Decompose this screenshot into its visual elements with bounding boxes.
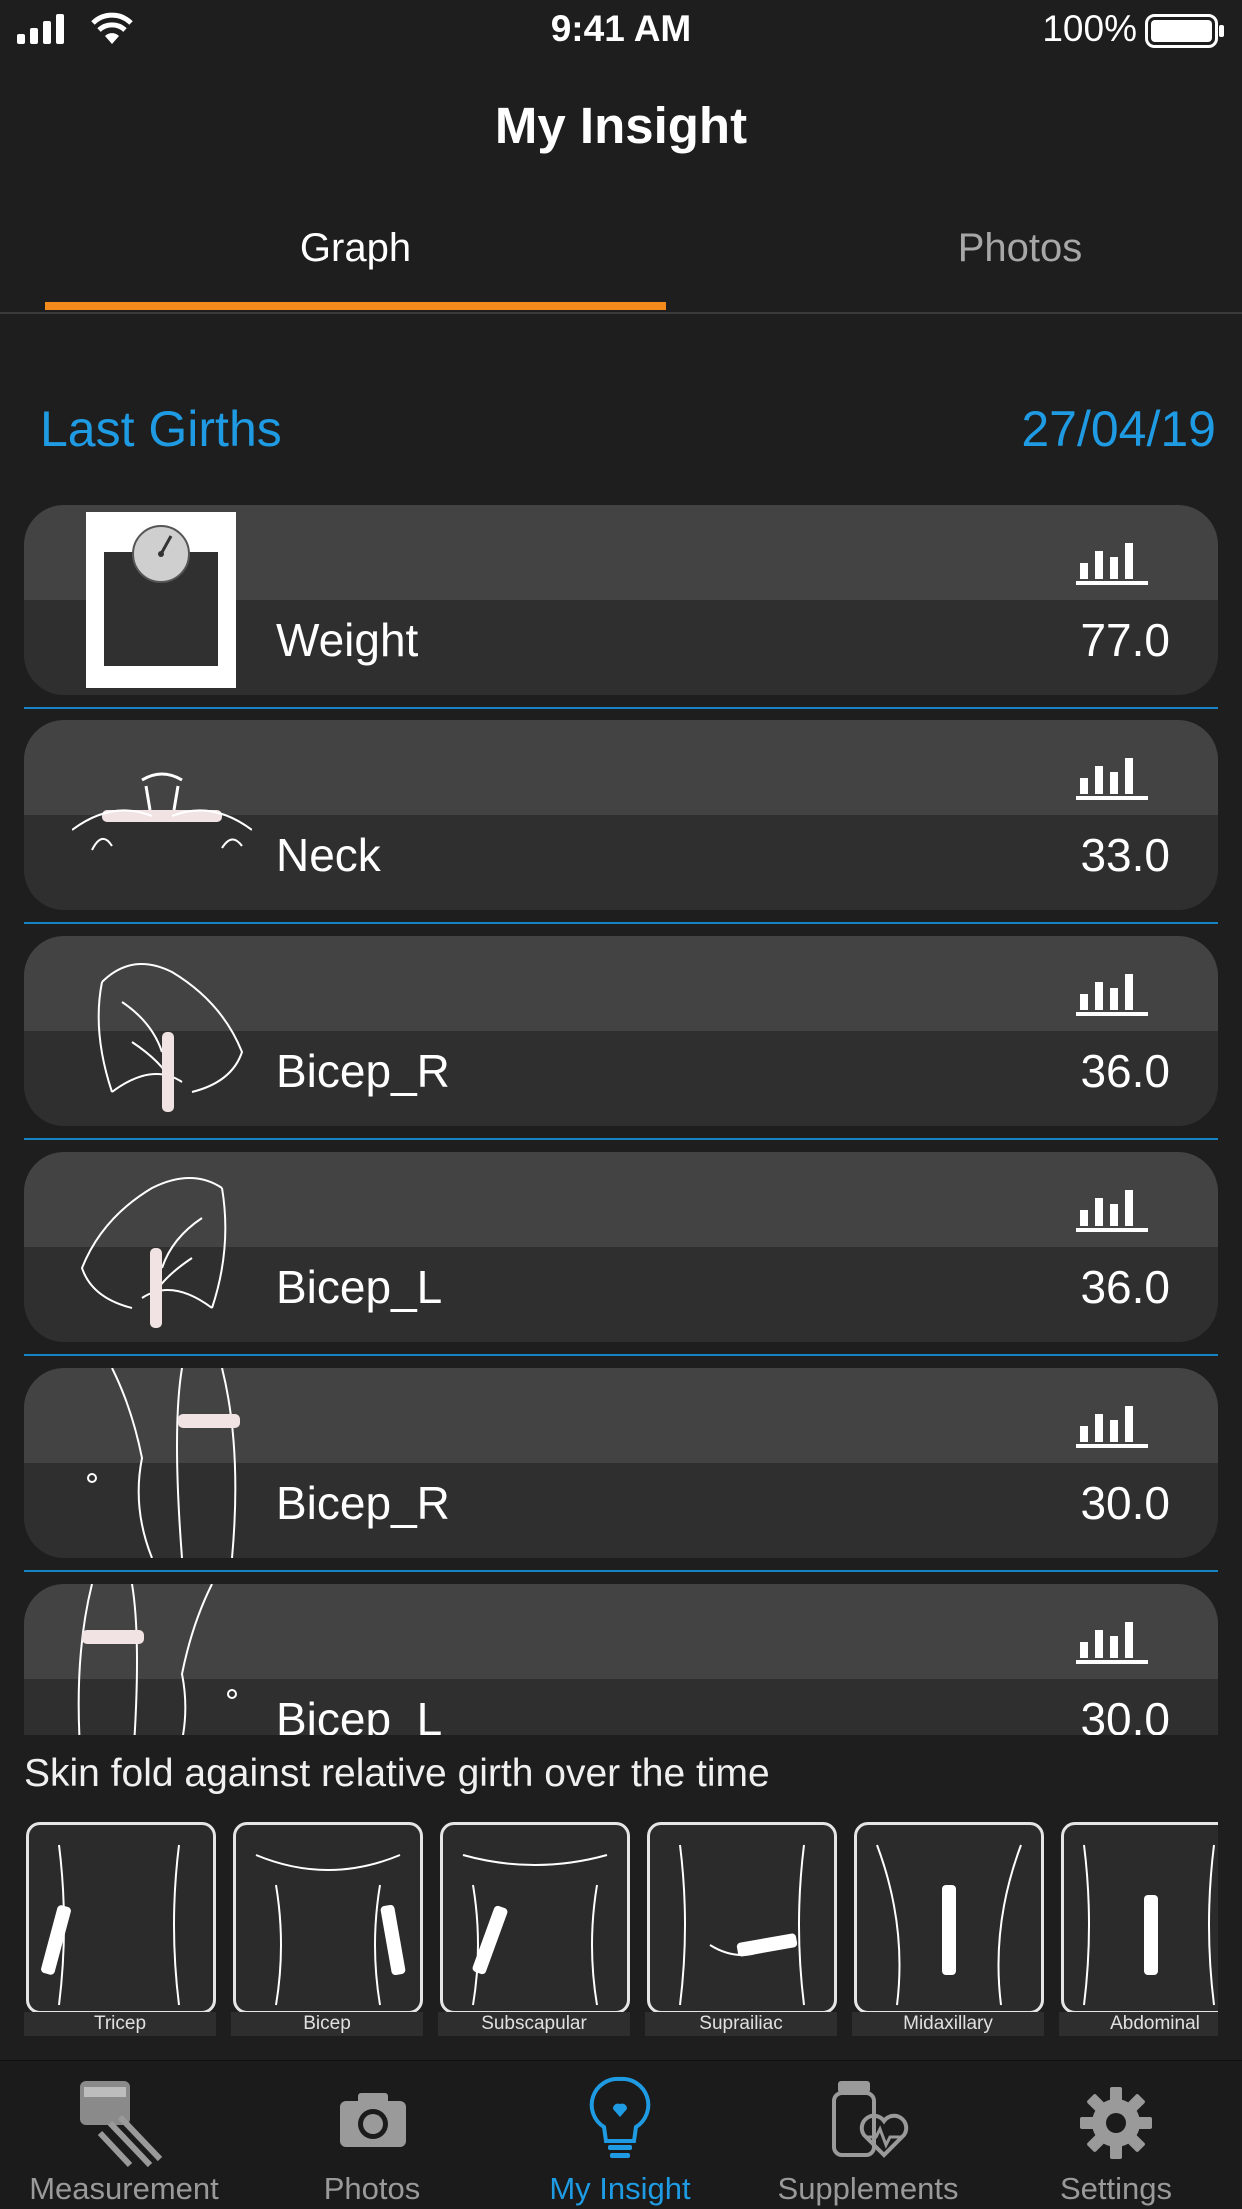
- tab-graph[interactable]: Graph: [45, 226, 666, 271]
- skinfold-card-subscapular[interactable]: Subscapular: [438, 1820, 630, 2036]
- skinfold-label: Suprailiac: [645, 2012, 837, 2036]
- skinfold-label: Tricep: [24, 2012, 216, 2036]
- girth-row-bicep-r[interactable]: Bicep_R 36.0: [24, 936, 1218, 1126]
- skinfold-image: [440, 1822, 630, 2014]
- row-divider: [24, 922, 1218, 924]
- skinfold-label: Midaxillary: [852, 2012, 1044, 2036]
- tabbar-label: Photos: [323, 2171, 421, 2206]
- tabbar-label: My Insight: [549, 2171, 691, 2206]
- girth-name: Neck: [276, 829, 381, 881]
- girth-name: Bicep_L: [276, 1693, 443, 1735]
- bar-chart-icon[interactable]: [1076, 960, 1148, 1016]
- skinfold-label: Subscapular: [438, 2012, 630, 2036]
- girth-value: 30.0: [1080, 1477, 1170, 1529]
- gear-icon: [1080, 2087, 1152, 2159]
- skinfold-card-abdominal[interactable]: Abdominal: [1059, 1820, 1218, 2036]
- skinfold-image: [233, 1822, 423, 2014]
- tab-photos[interactable]: Photos: [620, 226, 1242, 271]
- tape-caliper-icon: [80, 2081, 163, 2168]
- scale-icon: [86, 512, 236, 688]
- girth-name: Bicep_R: [276, 1477, 450, 1529]
- tabbar-item-my-insight[interactable]: My Insight: [496, 2061, 744, 2209]
- thigh-left-illustration: [77, 1584, 237, 1735]
- tabbar-label: Supplements: [777, 2171, 959, 2206]
- status-bar: 9:41 AM 100%: [0, 0, 1242, 62]
- skinfold-image: [647, 1822, 837, 2014]
- row-divider: [24, 707, 1218, 709]
- skinfold-label: Abdominal: [1059, 2012, 1218, 2036]
- girth-value: 77.0: [1080, 614, 1170, 666]
- tabbar-item-supplements[interactable]: Supplements: [744, 2061, 992, 2209]
- girth-name: Bicep_L: [276, 1261, 443, 1313]
- girth-value: 33.0: [1080, 829, 1170, 881]
- girth-row-thigh-r[interactable]: Bicep_R 30.0: [24, 1368, 1218, 1558]
- neck-illustration: [72, 772, 252, 851]
- girth-row-weight[interactable]: Weight 77.0: [24, 505, 1218, 695]
- girth-name: Weight: [276, 614, 419, 666]
- girth-value: 36.0: [1080, 1261, 1170, 1313]
- skinfold-card-bicep[interactable]: Bicep: [231, 1820, 423, 2036]
- row-divider: [24, 1570, 1218, 1572]
- lightbulb-icon: [589, 2076, 651, 2158]
- skinfold-card-tricep[interactable]: Tricep: [24, 1820, 216, 2036]
- tabbar-item-settings[interactable]: Settings: [992, 2061, 1240, 2209]
- girth-row-bicep-l[interactable]: Bicep_L 36.0: [24, 1152, 1218, 1342]
- bar-chart-icon[interactable]: [1076, 1176, 1148, 1232]
- bottom-tab-bar: Measurement Photos My Insight Supplement…: [0, 2060, 1242, 2209]
- bicep-right-illustration: [97, 963, 244, 1112]
- camera-icon: [340, 2093, 406, 2147]
- section-title: Last Girths: [40, 401, 282, 457]
- girth-value: 36.0: [1080, 1045, 1170, 1097]
- skinfold-image: [854, 1822, 1044, 2014]
- girth-row-thigh-l[interactable]: Bicep_L 30.0: [24, 1584, 1218, 1735]
- tabbar-label: Settings: [1059, 2171, 1172, 2206]
- row-divider: [24, 1354, 1218, 1356]
- section-header: Last Girths 27/04/19: [40, 400, 1216, 458]
- section-date: 27/04/19: [1021, 401, 1216, 457]
- girth-name: Bicep_R: [276, 1045, 450, 1097]
- supplements-icon: [832, 2081, 909, 2158]
- battery-percent: 100%: [1042, 8, 1137, 49]
- thigh-right-illustration: [87, 1368, 240, 1558]
- skinfold-label: Bicep: [231, 2012, 423, 2036]
- tabbar-label: Measurement: [29, 2171, 219, 2206]
- bar-chart-icon[interactable]: [1076, 1392, 1148, 1448]
- tabbar-item-measurement[interactable]: Measurement: [0, 2061, 248, 2209]
- row-divider: [24, 1138, 1218, 1140]
- skinfold-carousel[interactable]: Tricep Bicep Subscapular Suprailiac Mida…: [24, 1820, 1218, 2038]
- bar-chart-icon[interactable]: [1076, 744, 1148, 800]
- active-tab-indicator: [45, 302, 666, 310]
- battery-icon: [1145, 14, 1224, 48]
- skinfold-image: [1061, 1822, 1218, 2014]
- bar-chart-icon[interactable]: [1076, 1608, 1148, 1664]
- girth-list[interactable]: Weight 77.0 Neck 33.0 Bicep_R 36.0 Bicep…: [0, 500, 1242, 1735]
- bicep-left-illustration: [80, 1177, 227, 1328]
- skinfold-card-midaxillary[interactable]: Midaxillary: [852, 1820, 1044, 2036]
- segmented-tabs: Graph Photos: [0, 200, 1242, 314]
- skinfold-card-suprailiac[interactable]: Suprailiac: [645, 1820, 837, 2036]
- girth-value: 30.0: [1080, 1693, 1170, 1735]
- skinfold-title: Skin fold against relative girth over th…: [24, 1752, 770, 1795]
- tabbar-item-photos[interactable]: Photos: [248, 2061, 496, 2209]
- bar-chart-icon[interactable]: [1076, 529, 1148, 585]
- girth-row-neck[interactable]: Neck 33.0: [24, 720, 1218, 910]
- skinfold-image: [26, 1822, 216, 2014]
- page-title: My Insight: [494, 97, 748, 154]
